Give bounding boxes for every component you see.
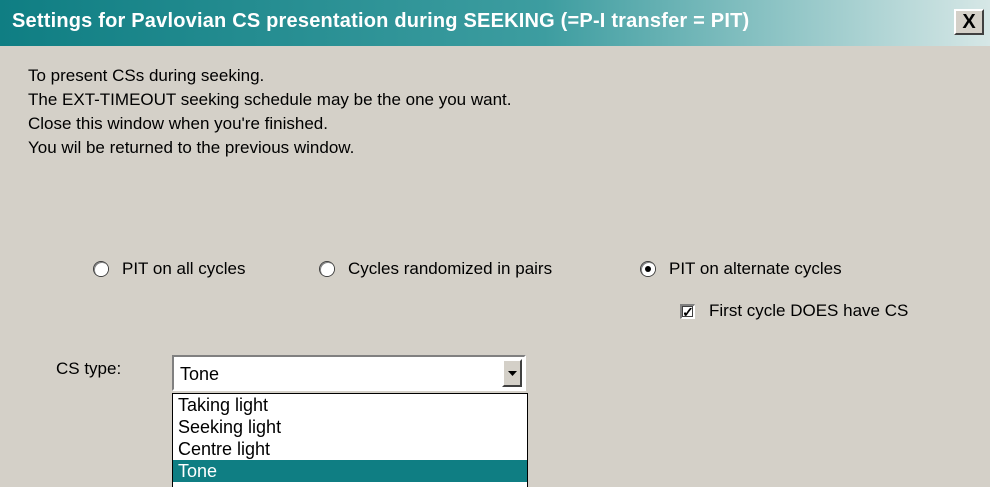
radio-label: PIT on all cycles <box>122 259 246 278</box>
instruction-line: The EXT-TIMEOUT seeking schedule may be … <box>28 90 512 109</box>
title-bar[interactable]: Settings for Pavlovian CS presentation d… <box>0 0 990 46</box>
instruction-line: You wil be returned to the previous wind… <box>28 138 355 157</box>
dropdown-button[interactable] <box>502 359 522 387</box>
radio-pit-alternate-cycles[interactable]: PIT on alternate cycles <box>641 259 842 279</box>
dropdown-option-highlighted[interactable]: Tone <box>173 460 527 482</box>
cs-type-label: CS type: <box>56 359 122 378</box>
radio-label: Cycles randomized in pairs <box>348 259 553 278</box>
chevron-down-icon <box>507 370 517 376</box>
checkmark-icon[interactable]: ✓ <box>680 303 695 319</box>
radio-button-icon[interactable] <box>94 262 108 276</box>
radio-button-icon[interactable] <box>320 262 334 276</box>
cs-type-combobox[interactable]: Tone <box>172 355 526 391</box>
close-button[interactable]: X <box>954 9 984 35</box>
settings-window: Settings for Pavlovian CS presentation d… <box>0 0 990 487</box>
instruction-line: To present CSs during seeking. <box>28 66 265 85</box>
cs-type-dropdown-list[interactable]: Taking light Seeking light Centre light … <box>172 393 528 487</box>
dropdown-option[interactable]: Taking light <box>173 394 527 416</box>
cs-type-value: Tone <box>180 364 220 384</box>
radio-pit-all-cycles[interactable]: PIT on all cycles <box>94 259 245 279</box>
first-cycle-checkbox[interactable]: ✓ First cycle DOES have CS <box>680 301 908 321</box>
instructions-text: To present CSs during seeking. The EXT-T… <box>28 64 511 160</box>
radio-button-selected-icon[interactable] <box>641 262 655 276</box>
dropdown-option[interactable]: Centre light <box>173 438 527 460</box>
radio-cycles-randomized[interactable]: Cycles randomized in pairs <box>320 259 552 279</box>
dropdown-option[interactable]: Seeking light <box>173 416 527 438</box>
checkbox-label: First cycle DOES have CS <box>709 301 909 320</box>
instruction-line: Close this window when you're finished. <box>28 114 328 133</box>
window-title: Settings for Pavlovian CS presentation d… <box>12 10 750 32</box>
radio-label: PIT on alternate cycles <box>669 259 842 278</box>
